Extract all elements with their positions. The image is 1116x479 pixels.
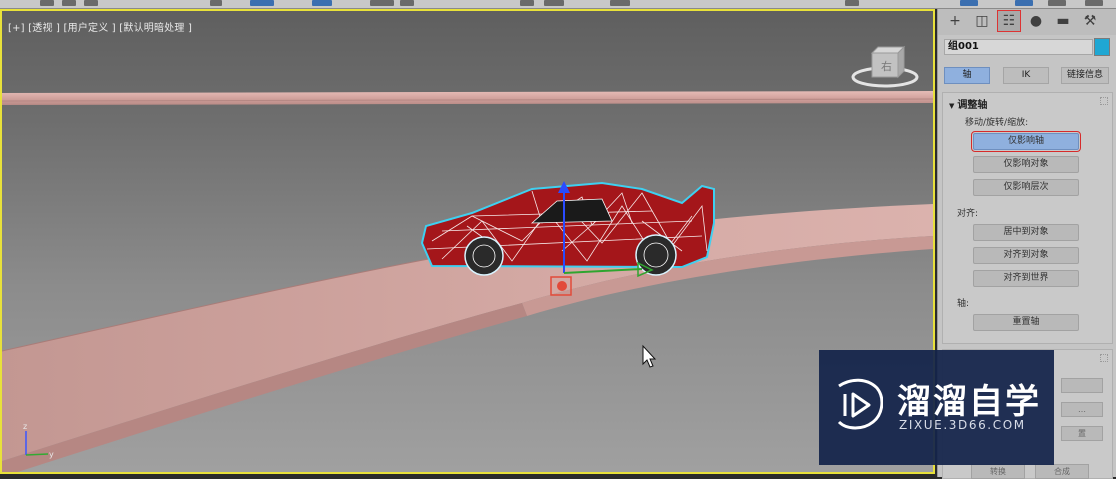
play-logo-icon [837,378,883,430]
rollout2-button[interactable] [1061,378,1103,393]
watermark-subtitle: ZIXUE.3D66.COM [899,418,1026,432]
toolbar-button[interactable] [960,0,978,6]
perspective-viewport[interactable]: 右 z y [+] [透视] [用户定义] [默认明暗处理] [0,9,935,474]
far-track-rail [2,91,933,105]
tab-pivot[interactable]: 轴 [944,67,990,84]
rollout-title: 调整轴 [957,100,988,111]
reset-pivot-button[interactable]: 重置轴 [973,314,1079,331]
align-to-world-button[interactable]: 对齐到世界 [973,270,1079,287]
center-to-object-button[interactable]: 居中到对象 [973,224,1079,241]
adjust-pivot-rollout: ▼ 调整轴 移动/旋转/缩放: 仅影响轴 仅影响对象 仅影响层次 对齐: 居中到对… [942,92,1113,344]
rollout-grip-icon[interactable] [1100,354,1108,362]
object-color-swatch[interactable] [1094,38,1110,56]
viewcube[interactable]: 右 [851,45,919,88]
toolbar-button[interactable] [520,0,534,6]
toolbar-button[interactable] [62,0,76,6]
collapse-triangle-icon[interactable]: ▼ [949,102,954,110]
hierarchy-icon[interactable]: ☷ [997,10,1021,32]
toolbar-button[interactable] [40,0,54,6]
toolbar-button[interactable] [370,0,394,6]
create-plus-icon[interactable]: + [944,11,966,31]
affect-object-only-button[interactable]: 仅影响对象 [973,156,1079,173]
car-model[interactable] [420,181,715,276]
mouse-cursor-icon [642,344,657,368]
utilities-wrench-icon[interactable]: ⚒ [1079,11,1101,31]
align-to-object-button[interactable]: 对齐到对象 [973,247,1079,264]
affect-pivot-only-button[interactable]: 仅影响轴 [971,131,1081,152]
rollout2-set-button[interactable]: 置 [1061,426,1103,441]
toolbar-button[interactable] [544,0,564,6]
rollout-grip-icon[interactable] [1100,97,1108,105]
command-panel-tabs: + ◫ ☷ ● ▬ ⚒ [938,9,1116,35]
viewport-label[interactable]: [+] [透视 ] [用户定义 ] [默认明暗处理 ] [8,19,192,34]
toolbar-button[interactable] [400,0,414,6]
pivot-label: 轴: [957,299,970,309]
toolbar-button[interactable] [84,0,98,6]
axis-y-label: y [49,450,54,459]
viewport-scene: 右 z y [2,45,933,472]
tab-ik[interactable]: IK [1003,67,1049,84]
display-icon[interactable]: ▬ [1052,11,1074,31]
toolbar-button[interactable] [210,0,222,6]
object-name-field[interactable]: 组001 [944,39,1093,55]
modify-icon[interactable]: ◫ [971,11,993,31]
rollout2-options-button[interactable]: … [1061,402,1103,417]
rollout-header[interactable]: ▼ 调整轴 [949,96,987,111]
gizmo-center[interactable] [557,281,567,291]
tab-link-info[interactable]: 链接信息 [1061,67,1109,84]
toolbar-button[interactable] [250,0,274,6]
toolbar-button[interactable] [845,0,859,6]
axis-z-label: z [23,422,27,431]
toolbar-button[interactable] [1085,0,1103,6]
motion-icon[interactable]: ● [1025,11,1047,31]
alignment-label: 对齐: [957,209,979,219]
front-wheel [464,236,504,276]
watermark-overlay: 溜溜自学 ZIXUE.3D66.COM [819,350,1054,465]
toolbar-button[interactable] [1015,0,1033,6]
move-rotate-scale-label: 移动/旋转/缩放: [965,118,1029,128]
affect-hierarchy-only-button[interactable]: 仅影响层次 [973,179,1079,196]
main-toolbar [0,0,1116,9]
toolbar-button[interactable] [610,0,630,6]
toolbar-button[interactable] [312,0,332,6]
watermark-title: 溜溜自学 [897,382,1041,422]
viewcube-face-label: 右 [881,59,892,73]
toolbar-button[interactable] [1048,0,1066,6]
